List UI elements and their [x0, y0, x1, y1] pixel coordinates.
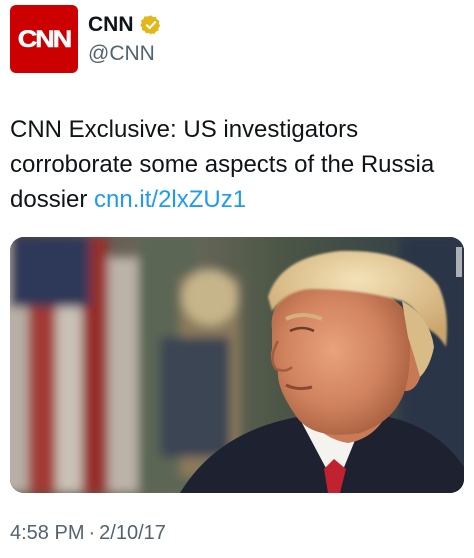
cnn-logo: CNN	[17, 25, 72, 53]
tweet-text: CNN Exclusive: US investigators corrobor…	[10, 112, 466, 217]
tweet-date: 2/10/17	[99, 522, 166, 544]
tweet-media-photo[interactable]	[10, 237, 464, 493]
timestamp-separator: ·	[88, 522, 96, 544]
avatar[interactable]: CNN	[10, 5, 78, 73]
name-row: CNN	[88, 10, 162, 40]
tweet-card: CNN CNN @CNN CNN Exclusive: US investiga…	[0, 0, 474, 558]
tweet-timestamp[interactable]: 4:58 PM · 2/10/17	[10, 522, 166, 545]
handle[interactable]: @CNN	[88, 42, 155, 66]
display-name[interactable]: CNN	[88, 13, 134, 37]
tweet-link[interactable]: cnn.it/2lxZUz1	[94, 186, 246, 213]
tweet-time: 4:58 PM	[10, 522, 85, 544]
photo-illustration	[10, 237, 464, 493]
verified-badge-icon	[139, 14, 162, 36]
